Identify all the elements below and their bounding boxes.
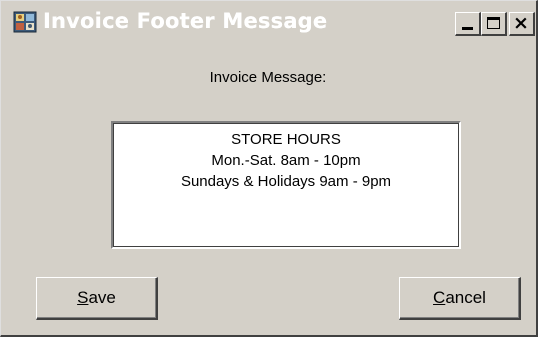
- minimize-icon: [462, 27, 473, 30]
- save-button[interactable]: Save: [36, 277, 158, 320]
- cancel-button[interactable]: Cancel: [399, 277, 521, 320]
- save-label: ave: [88, 288, 116, 307]
- maximize-button[interactable]: [481, 12, 507, 36]
- invoice-message-textarea[interactable]: STORE HOURS Mon.-Sat. 8am - 10pm Sundays…: [111, 121, 461, 249]
- cancel-mnemonic: C: [433, 288, 446, 307]
- message-line: Mon.-Sat. 8am - 10pm: [211, 152, 361, 169]
- minimize-button[interactable]: [455, 12, 481, 36]
- app-icon[interactable]: [13, 10, 37, 34]
- maximize-icon: [487, 17, 500, 29]
- save-mnemonic: S: [77, 288, 89, 307]
- cancel-label: ancel: [445, 288, 486, 307]
- window-title: Invoice Footer Message: [43, 9, 328, 33]
- message-line: Sundays & Holidays 9am - 9pm: [180, 173, 392, 190]
- title-bar[interactable]: Invoice Footer Message ×: [3, 3, 535, 39]
- invoice-footer-message-dialog: Invoice Footer Message × Invoice Message…: [0, 0, 538, 337]
- close-icon: ×: [513, 12, 529, 34]
- message-line: STORE HOURS: [231, 131, 341, 148]
- invoice-message-label: Invoice Message:: [209, 69, 327, 86]
- close-button[interactable]: ×: [509, 12, 535, 36]
